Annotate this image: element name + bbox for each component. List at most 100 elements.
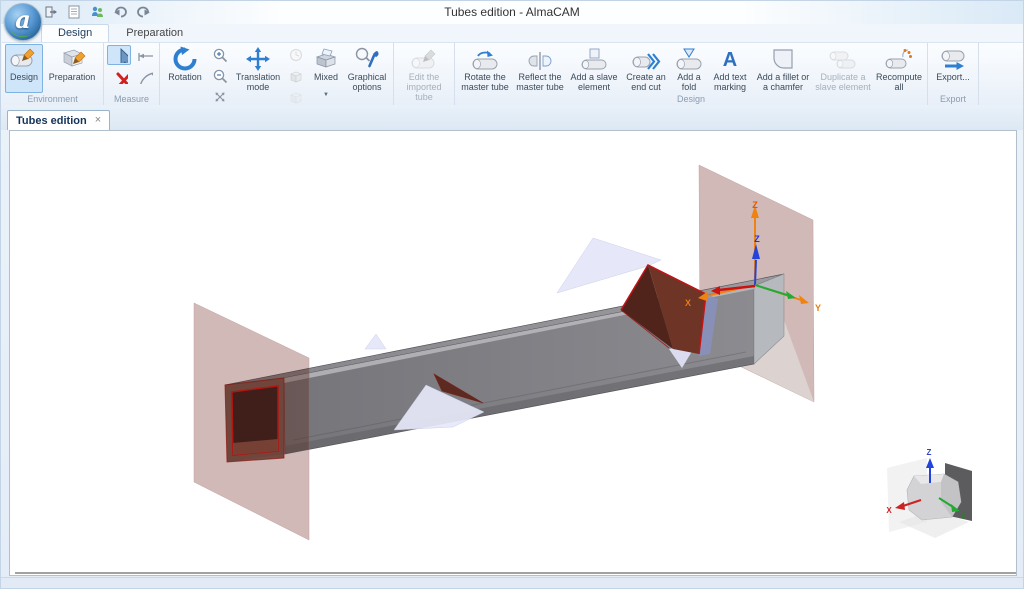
ribbon-button-delete-x[interactable] [107, 66, 131, 86]
ribbon-button-recompute-all[interactable]: Recompute all [874, 44, 924, 93]
ribbon-stack [208, 44, 232, 107]
end-cut-icon [631, 46, 661, 72]
ribbon-button-zoom-out[interactable] [208, 66, 232, 86]
mixed-icon [311, 46, 341, 72]
status-strip [1, 577, 1023, 589]
ribbon-button-add-a-fillet-or-a-chamfer[interactable]: Add a fillet or a chamfer [754, 44, 812, 93]
rotate-master-icon [470, 46, 500, 72]
delete-x-icon [110, 68, 128, 84]
ribbon-button-preparation[interactable]: Preparation [44, 44, 100, 93]
measure-arc-icon [135, 68, 153, 84]
session-button[interactable] [43, 4, 59, 20]
window-title: Tubes edition - AlmaCAM [1, 5, 1023, 19]
ribbon-button-rotate-the-master-tube[interactable]: Rotate the master tube [458, 44, 512, 93]
ribbon-button-translation-mode[interactable]: Translation mode [233, 44, 283, 93]
ribbon-button-label: Mixed [311, 72, 341, 92]
ribbon-button-label: Export... [933, 72, 973, 92]
ribbon-button-duplicate-a-slave-element[interactable]: Duplicate a slave element [813, 44, 873, 93]
logo-letter: a [5, 5, 41, 34]
axis-z-blue-label: Z [754, 234, 760, 244]
ribbon-button-reflect-the-master-tube[interactable]: Reflect the master tube [513, 44, 567, 93]
ribbon-button-measure-flat[interactable] [132, 45, 156, 65]
add-slave-icon [579, 46, 609, 72]
ribbon-button-rotation[interactable]: Rotation [163, 44, 207, 93]
ribbon-button-label: Add a slave element [570, 72, 618, 92]
ribbon-group-recognition-3: Edit the imported tubeRecognition [394, 43, 455, 105]
ribbon-group-measure-1: Measure [104, 43, 160, 105]
document-tab-tubes-edition[interactable]: Tubes edition × [7, 110, 110, 130]
measure-flat-icon [135, 47, 153, 63]
cube-icon [287, 68, 305, 84]
ribbon-button-create-an-end-cut[interactable]: Create an end cut [621, 44, 671, 93]
export-icon [938, 46, 968, 72]
axis-x-orange-label: X [685, 298, 691, 308]
nav-cube[interactable]: Z X Y [886, 448, 972, 538]
users-button[interactable] [89, 4, 105, 20]
document-tab-strip: Tubes edition × [1, 105, 1023, 130]
ribbon-button-export[interactable]: Export... [931, 44, 975, 93]
nav-x-label: X [886, 506, 892, 515]
ribbon-button-clock[interactable] [284, 45, 308, 65]
viewport-3d[interactable]: Z Y X Z [9, 130, 1017, 576]
ribbon-button-label: Add a fillet or a chamfer [756, 72, 810, 92]
ribbon-tab-preparation[interactable]: Preparation [109, 24, 200, 42]
ribbon-button-mixed[interactable]: Mixed▼ [309, 44, 343, 99]
ribbon-tab-design[interactable]: Design [41, 24, 109, 42]
rotate-master-icon [470, 46, 500, 72]
translate-icon [243, 46, 273, 72]
scene-3d: Z Y X Z [10, 131, 1016, 575]
ribbon-button-add-a-fold[interactable]: Add a fold [672, 44, 706, 93]
ribbon-button-label: Add a fold [674, 72, 704, 92]
redo-button[interactable] [135, 4, 151, 20]
env-design-icon [9, 46, 39, 72]
translate-icon [243, 46, 273, 72]
ribbon-button-design[interactable]: Design [5, 44, 43, 93]
select-arrow-icon [110, 47, 128, 63]
env-preparation-icon [57, 46, 87, 72]
ribbon-button-cube[interactable] [284, 66, 308, 86]
ribbon-button-add-text-marking[interactable]: AAdd text marking [707, 44, 753, 93]
edit-imported-icon [409, 46, 439, 72]
ribbon-group-label: Measure [107, 93, 156, 105]
ribbon-stack [132, 44, 156, 86]
ribbon-button-label: Create an end cut [623, 72, 669, 92]
ribbon-tab-row: Design Preparation [1, 24, 1023, 42]
add-slave-icon [579, 46, 609, 72]
document-tab-label: Tubes edition [16, 115, 87, 127]
text-marking-icon: A [715, 46, 745, 72]
ribbon-group-label: Design [458, 93, 924, 105]
ribbon-button-label: Graphical options [346, 72, 388, 92]
clock-icon [287, 47, 305, 63]
edit-imported-icon [409, 46, 439, 72]
ribbon-group-environment-0: DesignPreparationEnvironment [2, 43, 104, 105]
ribbon-button-edit-the-imported-tube[interactable]: Edit the imported tube [397, 44, 451, 103]
ribbon-button-label: Preparation [46, 72, 98, 92]
axis-z-orange-label: Z [752, 200, 758, 210]
ribbon-button-label: Rotate the master tube [460, 72, 510, 92]
ribbon-button-measure-arc[interactable] [132, 66, 156, 86]
ribbon-button-zoom-fit[interactable] [208, 87, 232, 107]
undo-icon [113, 5, 128, 19]
ribbon-button-select-arrow[interactable] [107, 45, 131, 65]
add-fold-icon [674, 46, 704, 72]
ribbon-button-cube-faint[interactable] [284, 87, 308, 107]
ribbon-group-design-4: Rotate the master tubeReflect the master… [455, 43, 928, 105]
notes-button[interactable] [66, 4, 82, 20]
export-icon [938, 46, 968, 72]
ribbon-button-graphical-options[interactable]: Graphical options [344, 44, 390, 93]
end-cut-icon [631, 46, 661, 72]
app-window: Tubes edition - AlmaCAM a [0, 0, 1024, 589]
app-menu-button[interactable]: a [4, 3, 42, 41]
close-icon[interactable]: × [95, 115, 101, 126]
fillet-icon [768, 46, 798, 72]
rotation-icon [170, 46, 200, 72]
title-bar: Tubes edition - AlmaCAM [1, 1, 1023, 24]
undo-button[interactable] [112, 4, 128, 20]
quick-access-toolbar [43, 4, 151, 20]
ribbon-button-zoom-in[interactable] [208, 45, 232, 65]
add-fold-icon [674, 46, 704, 72]
ribbon-button-add-a-slave-element[interactable]: Add a slave element [568, 44, 620, 93]
recompute-icon [884, 46, 914, 72]
graphical-icon [352, 46, 382, 72]
zoom-out-icon [211, 68, 229, 84]
